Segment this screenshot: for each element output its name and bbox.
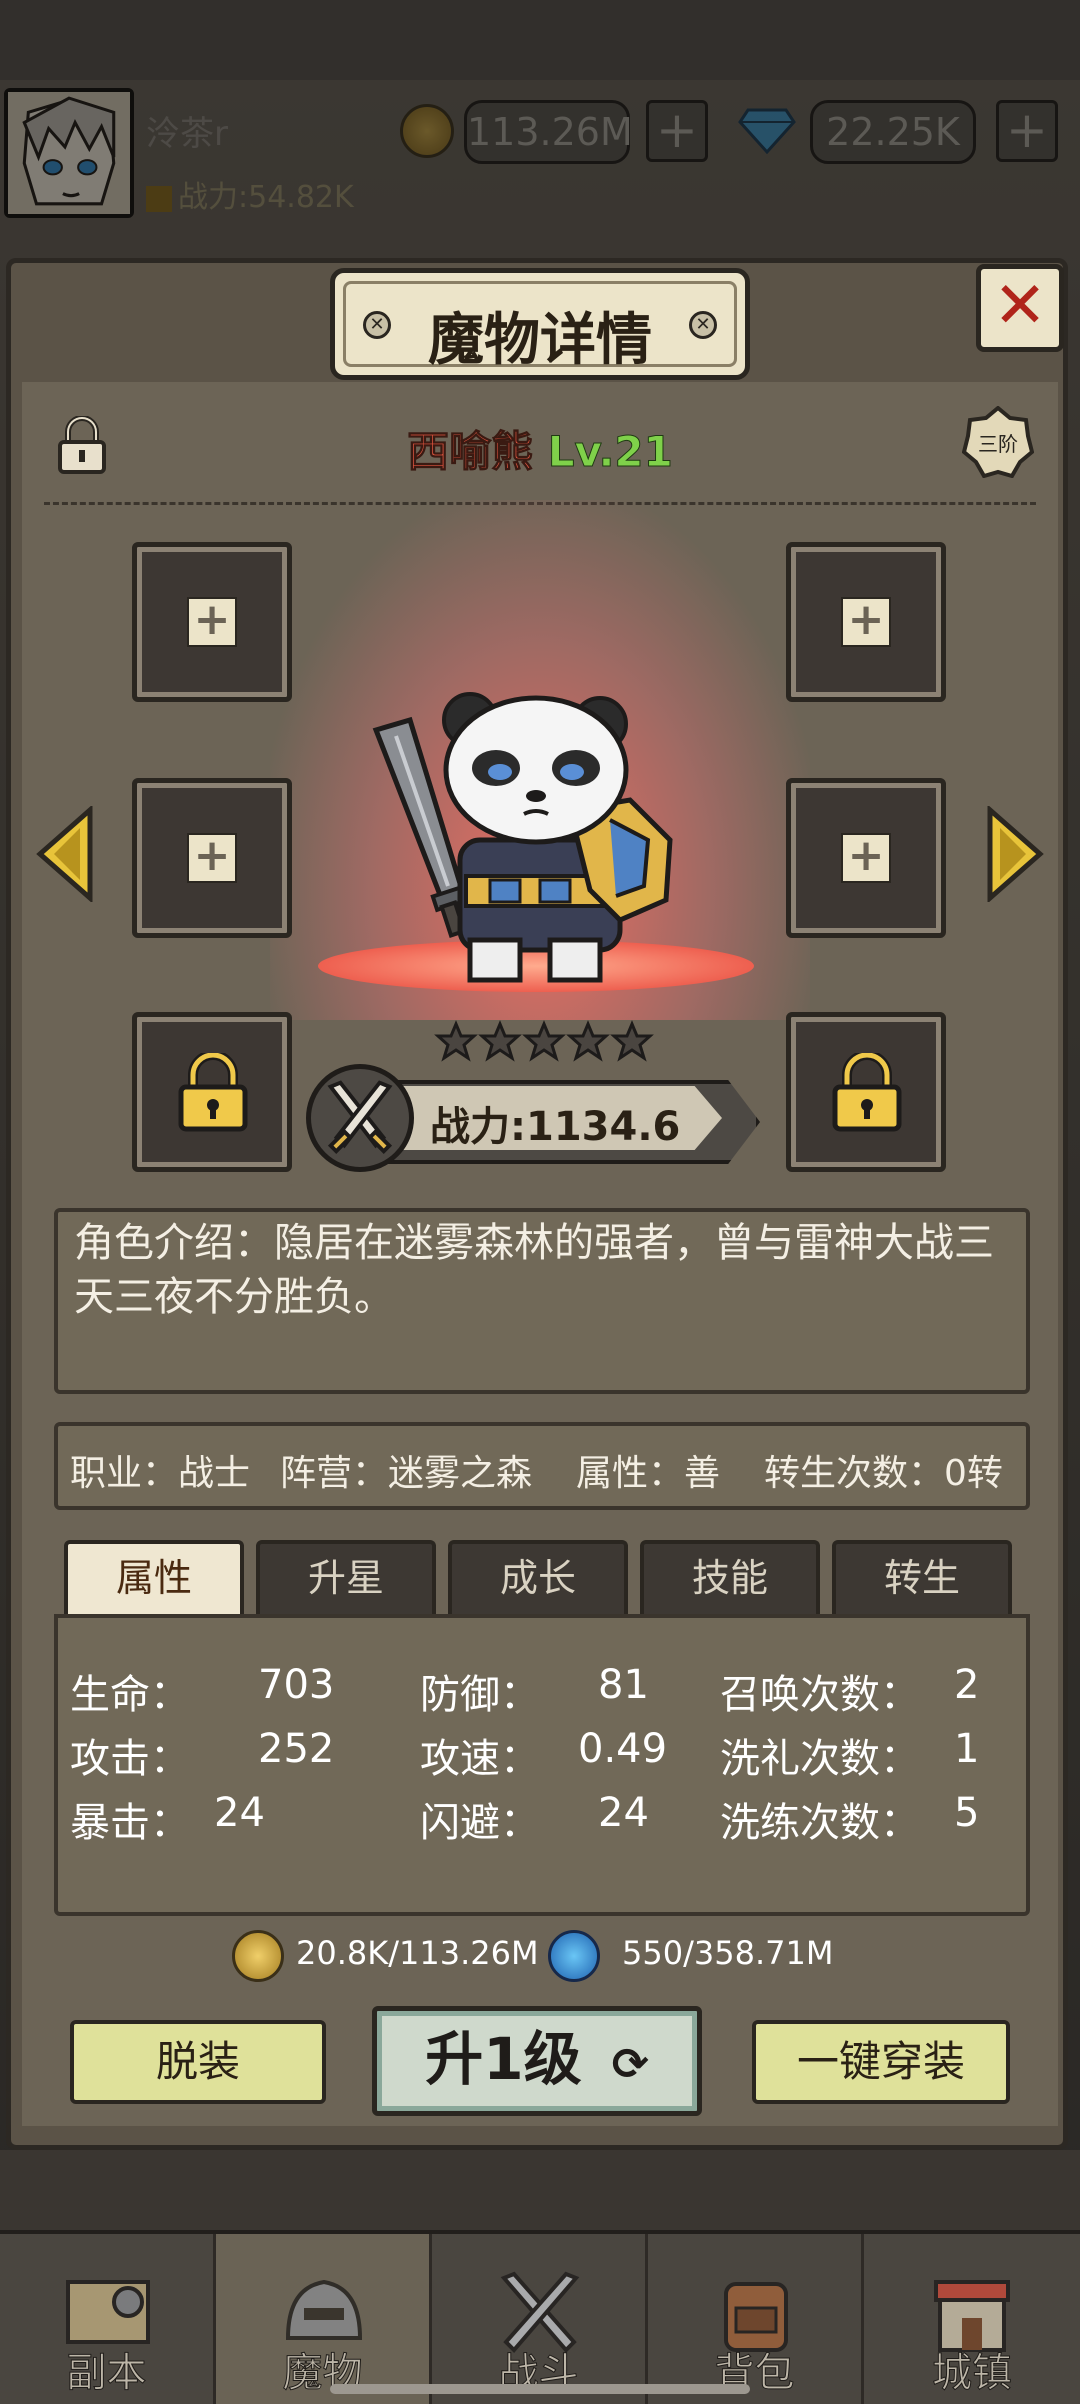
spd-value: 0.49 (578, 1726, 668, 1772)
equip-all-button[interactable]: 一键穿装 (752, 2020, 1010, 2104)
atk-value: 252 (258, 1726, 335, 1772)
equip-slot-2[interactable]: + (786, 542, 946, 702)
sub-menu-strip (0, 2150, 1080, 2230)
equip-slot-4[interactable]: + (786, 778, 946, 938)
description-box: 角色介绍：隐居在迷雾森林的强者，曾与雷神大战三天三夜不分胜负。 (54, 1208, 1030, 1394)
close-button[interactable]: ✕ (976, 264, 1064, 352)
gold-coin-icon (232, 1930, 284, 1982)
attributes-panel: 生命： 703 攻击： 252 暴击： 24 防御： 81 攻速： 0.49 闪… (54, 1614, 1030, 1916)
star-rating (434, 1020, 654, 1062)
hp-value: 703 (258, 1662, 335, 1708)
prev-monster-arrow-icon[interactable] (36, 806, 94, 902)
unequip-button[interactable]: 脱装 (70, 2020, 326, 2104)
monster-power: 战力:1134.6 (430, 1104, 681, 1150)
info-box: 职业：战士 阵营：迷雾之森 属性：善 转生次数：0转 (54, 1422, 1030, 1510)
tab-growth[interactable]: 成长 (448, 1540, 628, 1616)
crossed-swords-icon (327, 1080, 393, 1154)
tab-star-up[interactable]: 升星 (256, 1540, 436, 1616)
equip-slot-locked-1[interactable] (132, 1012, 292, 1172)
monster-name: 西喻熊 (407, 427, 534, 477)
add-equip-icon: + (187, 833, 237, 883)
refine-value: 5 (954, 1790, 980, 1836)
gold-lock-icon (832, 1053, 902, 1132)
def-label: 防御： (420, 1672, 540, 1718)
job-info: 职业：战士 (70, 1453, 251, 1494)
summon-value: 2 (954, 1662, 980, 1708)
eva-label: 闪避： (420, 1800, 540, 1846)
nav-town[interactable]: 城镇 (864, 2234, 1080, 2404)
tier-label: 三阶 (978, 432, 1018, 456)
monster-description: 角色介绍：隐居在迷雾森林的强者，曾与雷神大战三天三夜不分胜负。 (74, 1220, 994, 1320)
atk-label: 攻击： (70, 1736, 190, 1782)
spd-label: 攻速： (420, 1736, 540, 1782)
tier-badge: 三阶 (961, 405, 1035, 479)
crit-value: 24 (214, 1790, 265, 1836)
camp-info: 阵营：迷雾之森 (280, 1453, 533, 1494)
crit-label: 暴击： (70, 1800, 190, 1846)
gold-lock-icon (178, 1053, 248, 1132)
home-indicator[interactable] (330, 2384, 750, 2394)
add-equip-icon: + (841, 833, 891, 883)
refine-label: 洗练次数： (720, 1800, 920, 1846)
tab-rebirth[interactable]: 转生 (832, 1540, 1012, 1616)
panel-title: 魔物详情 (428, 308, 652, 373)
monster-level: Lv.21 (547, 427, 673, 477)
tab-skills[interactable]: 技能 (640, 1540, 820, 1616)
baptize-label: 洗礼次数： (720, 1736, 920, 1782)
summon-label: 召唤次数： (720, 1672, 920, 1718)
add-equip-icon: + (187, 597, 237, 647)
hp-label: 生命： (70, 1672, 190, 1718)
refresh-icon: ⟳ (611, 2039, 649, 2090)
nav-dungeon[interactable]: 副本 (0, 2234, 216, 2404)
essence-cost: 550/358.71M (622, 1934, 834, 1972)
nav-town-label: 城镇 (932, 2350, 1013, 2397)
essence-orb-icon (548, 1930, 600, 1982)
equip-slot-locked-2[interactable] (786, 1012, 946, 1172)
rebirth-info: 转生次数：0转 (764, 1453, 1003, 1494)
tab-attributes[interactable]: 属性 (64, 1540, 244, 1616)
def-value: 81 (598, 1662, 649, 1708)
panel-title-plate: ✕ 魔物详情 ✕ (330, 268, 750, 380)
equip-slot-1[interactable]: + (132, 542, 292, 702)
nav-battle[interactable]: 战斗 (432, 2234, 648, 2404)
eva-value: 24 (598, 1790, 649, 1836)
level-up-button[interactable]: 升1级 ⟳ (372, 2006, 702, 2116)
alignment-info: 属性：善 (576, 1453, 721, 1494)
next-monster-arrow-icon[interactable] (986, 806, 1044, 902)
nav-monster[interactable]: 魔物 (216, 2234, 432, 2404)
monster-title: 西喻熊 Lv.21 (0, 418, 1080, 479)
gold-cost: 20.8K/113.26M (296, 1934, 539, 1972)
nav-dungeon-label: 副本 (66, 2350, 147, 2397)
level-up-label: 升1级 (425, 2025, 582, 2093)
add-equip-icon: + (841, 597, 891, 647)
power-badge (306, 1064, 414, 1172)
panda-monster-sprite (372, 692, 673, 983)
title-ornament-right-icon: ✕ (689, 311, 717, 339)
bottom-nav: 副本 魔物 战斗 背包 城镇 (0, 2230, 1080, 2404)
equip-slot-3[interactable]: + (132, 778, 292, 938)
nav-bag[interactable]: 背包 (648, 2234, 864, 2404)
baptize-value: 1 (954, 1726, 980, 1772)
